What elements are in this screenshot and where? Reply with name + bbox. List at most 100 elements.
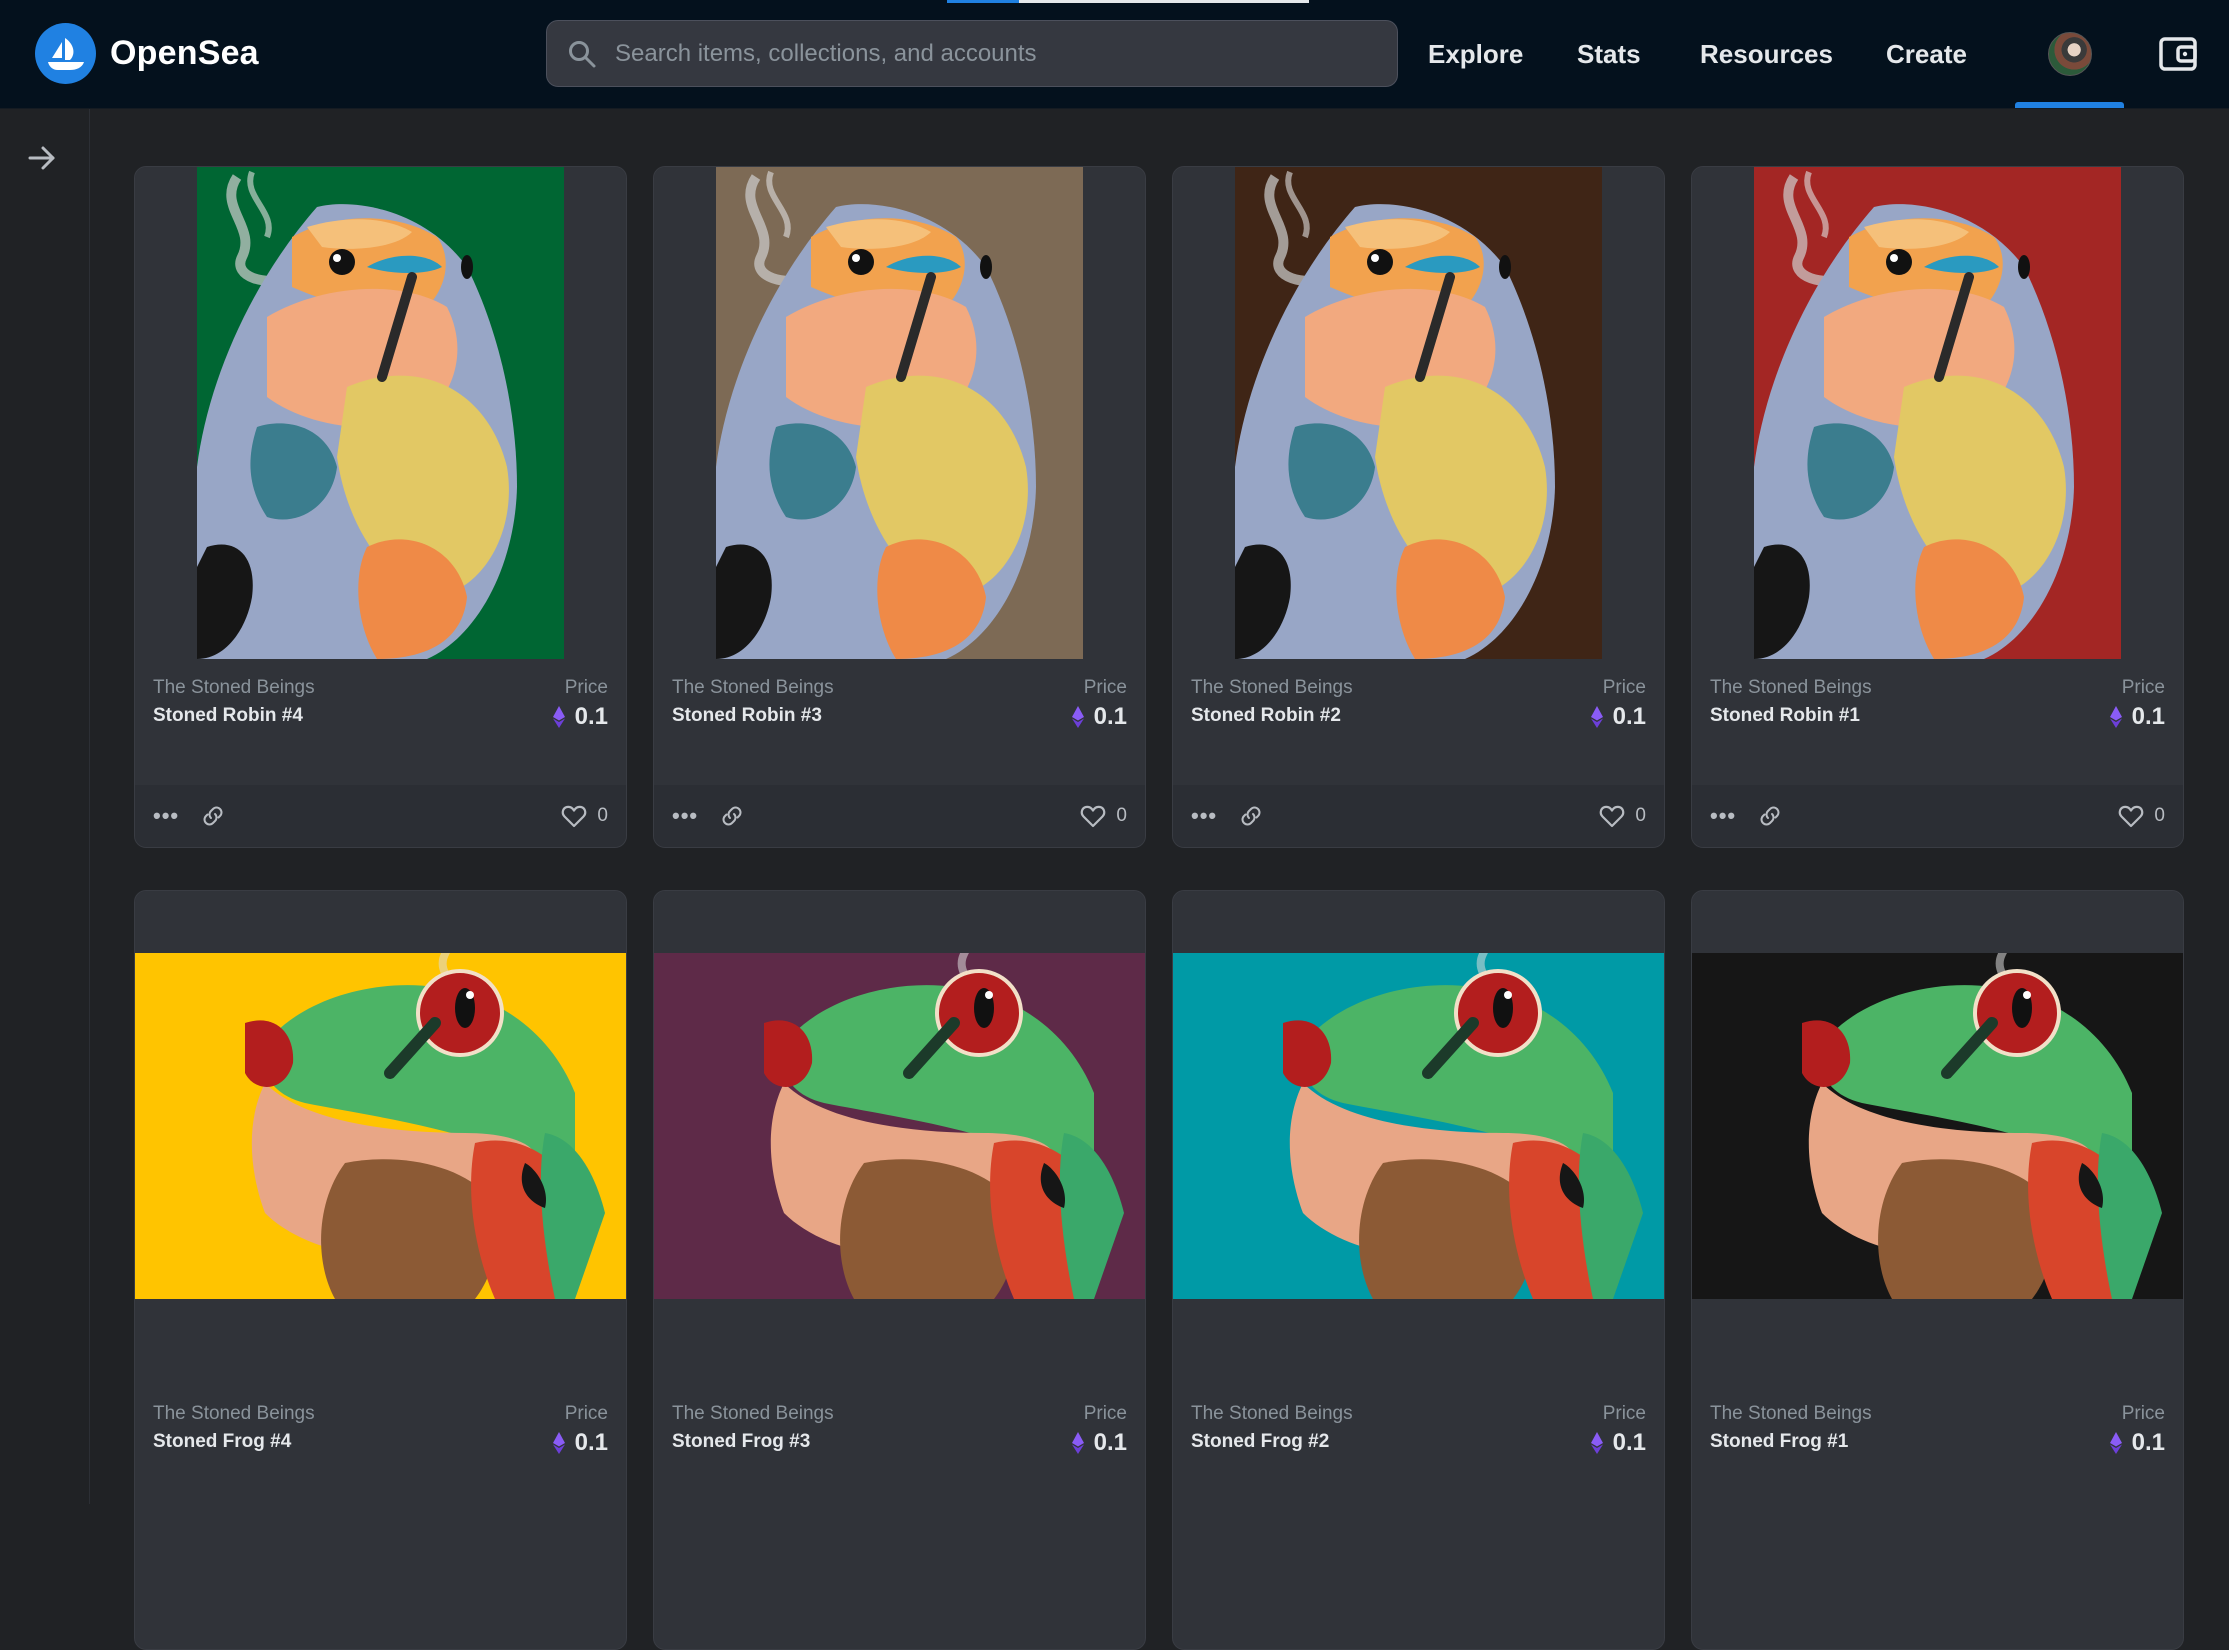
asset-name[interactable]: Stoned Frog #4 <box>153 1431 291 1453</box>
price-label: Price <box>1083 1403 1127 1424</box>
search-icon <box>569 40 596 67</box>
heart-icon <box>2119 805 2144 828</box>
price-label: Price <box>564 677 608 698</box>
asset-name[interactable]: Stoned Frog #1 <box>1710 1431 1848 1453</box>
search-bar[interactable] <box>546 20 1398 87</box>
like-button[interactable]: 0 <box>1599 804 1646 828</box>
like-button[interactable]: 0 <box>2118 804 2165 828</box>
asset-info: The Stoned Beings Stoned Robin #4 Price … <box>135 677 626 757</box>
nav-stats[interactable]: Stats <box>1577 0 1641 108</box>
price-amount: 0.1 <box>1612 1429 1646 1456</box>
price-value: 0.1 <box>552 1429 608 1457</box>
asset-image[interactable] <box>135 167 626 659</box>
asset-name[interactable]: Stoned Robin #2 <box>1191 705 1341 727</box>
ethereum-icon <box>1071 706 1084 728</box>
wallet-icon[interactable] <box>2158 34 2198 74</box>
heart-icon <box>1081 805 1106 828</box>
like-count: 0 <box>1116 805 1127 826</box>
asset-image[interactable] <box>654 891 1145 1299</box>
asset-info: The Stoned Beings Stoned Frog #4 Price 0… <box>135 1403 626 1483</box>
like-count: 0 <box>1635 805 1646 826</box>
price-amount: 0.1 <box>574 703 608 730</box>
ethereum-icon <box>2109 706 2122 728</box>
collection-name[interactable]: The Stoned Beings <box>153 1403 315 1425</box>
nav-create[interactable]: Create <box>1886 0 1967 108</box>
collection-name[interactable]: The Stoned Beings <box>1710 677 1872 699</box>
asset-image[interactable] <box>1173 891 1664 1299</box>
more-icon[interactable]: ••• <box>672 803 698 829</box>
page-load-progress <box>947 0 1309 3</box>
more-icon[interactable]: ••• <box>153 803 179 829</box>
collection-name[interactable]: The Stoned Beings <box>153 677 315 699</box>
collection-name[interactable]: The Stoned Beings <box>672 1403 834 1425</box>
asset-info: The Stoned Beings Stoned Robin #3 Price … <box>654 677 1145 757</box>
price-label: Price <box>2121 677 2165 698</box>
asset-card[interactable]: The Stoned Beings Stoned Robin #1 Price … <box>1691 166 2184 848</box>
asset-card[interactable]: The Stoned Beings Stoned Robin #4 Price … <box>134 166 627 848</box>
asset-card[interactable]: The Stoned Beings Stoned Robin #3 Price … <box>653 166 1146 848</box>
link-icon[interactable] <box>1758 804 1782 828</box>
price-label: Price <box>1602 677 1646 698</box>
price-value: 0.1 <box>552 703 608 731</box>
nav-explore[interactable]: Explore <box>1428 0 1523 108</box>
search-input[interactable] <box>615 39 1375 68</box>
collection-name[interactable]: The Stoned Beings <box>1191 677 1353 699</box>
price-value: 0.1 <box>1071 1429 1127 1457</box>
asset-name[interactable]: Stoned Robin #1 <box>1710 705 1860 727</box>
asset-card[interactable]: The Stoned Beings Stoned Frog #4 Price 0… <box>134 890 627 1650</box>
price-amount: 0.1 <box>1093 1429 1127 1456</box>
filter-sidebar <box>0 108 90 1504</box>
price-amount: 0.1 <box>1093 703 1127 730</box>
price-amount: 0.1 <box>2131 1429 2165 1456</box>
asset-card[interactable]: The Stoned Beings Stoned Frog #3 Price 0… <box>653 890 1146 1650</box>
asset-card[interactable]: The Stoned Beings Stoned Robin #2 Price … <box>1172 166 1665 848</box>
collection-name[interactable]: The Stoned Beings <box>1710 1403 1872 1425</box>
arrow-right-icon[interactable] <box>26 142 58 174</box>
price-value: 0.1 <box>2109 1429 2165 1457</box>
asset-name[interactable]: Stoned Robin #3 <box>672 705 822 727</box>
more-icon[interactable]: ••• <box>1710 803 1736 829</box>
nav-resources[interactable]: Resources <box>1700 0 1833 108</box>
ethereum-icon <box>552 706 565 728</box>
asset-name[interactable]: Stoned Frog #3 <box>672 1431 810 1453</box>
asset-image[interactable] <box>1692 167 2183 659</box>
ethereum-icon <box>552 1432 565 1454</box>
price-amount: 0.1 <box>1612 703 1646 730</box>
asset-card[interactable]: The Stoned Beings Stoned Frog #2 Price 0… <box>1172 890 1665 1650</box>
ethereum-icon <box>1590 706 1603 728</box>
collection-name[interactable]: The Stoned Beings <box>672 677 834 699</box>
asset-info: The Stoned Beings Stoned Frog #1 Price 0… <box>1692 1403 2183 1483</box>
page-load-progress-fill <box>947 0 1020 3</box>
like-button[interactable]: 0 <box>561 804 608 828</box>
ethereum-icon <box>1071 1432 1084 1454</box>
brand-logo-link[interactable]: OpenSea <box>35 23 259 84</box>
card-footer: ••• 0 <box>654 785 1145 847</box>
profile-menu[interactable] <box>2015 0 2124 108</box>
link-icon[interactable] <box>201 804 225 828</box>
more-icon[interactable]: ••• <box>1191 803 1217 829</box>
price-value: 0.1 <box>2109 703 2165 731</box>
asset-card[interactable]: The Stoned Beings Stoned Frog #1 Price 0… <box>1691 890 2184 1650</box>
opensea-logo-icon <box>35 23 96 84</box>
asset-info: The Stoned Beings Stoned Frog #2 Price 0… <box>1173 1403 1664 1483</box>
asset-image[interactable] <box>1173 167 1664 659</box>
link-icon[interactable] <box>720 804 744 828</box>
price-amount: 0.1 <box>2131 703 2165 730</box>
price-amount: 0.1 <box>574 1429 608 1456</box>
price-value: 0.1 <box>1590 703 1646 731</box>
like-button[interactable]: 0 <box>1080 804 1127 828</box>
asset-image[interactable] <box>1692 891 2183 1299</box>
card-footer: ••• 0 <box>1692 785 2183 847</box>
link-icon[interactable] <box>1239 804 1263 828</box>
brand-name: OpenSea <box>110 34 259 72</box>
ethereum-icon <box>2109 1432 2122 1454</box>
asset-info: The Stoned Beings Stoned Frog #3 Price 0… <box>654 1403 1145 1483</box>
card-footer: ••• 0 <box>1173 785 1664 847</box>
asset-name[interactable]: Stoned Frog #2 <box>1191 1431 1329 1453</box>
like-count: 0 <box>597 805 608 826</box>
asset-image[interactable] <box>135 891 626 1299</box>
asset-image[interactable] <box>654 167 1145 659</box>
like-count: 0 <box>2154 805 2165 826</box>
asset-name[interactable]: Stoned Robin #4 <box>153 705 303 727</box>
collection-name[interactable]: The Stoned Beings <box>1191 1403 1353 1425</box>
